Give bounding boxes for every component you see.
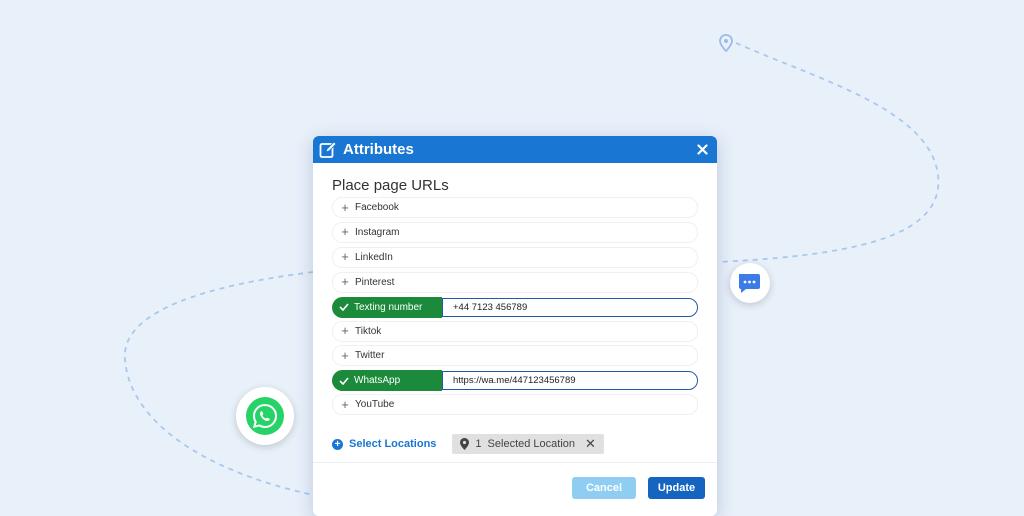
- footer-divider: [313, 462, 717, 463]
- check-icon: [339, 377, 349, 385]
- dialog-header: Attributes: [313, 136, 717, 163]
- whatsapp-logo-icon: [246, 397, 284, 435]
- row-label: LinkedIn: [355, 251, 393, 263]
- chat-bubble-badge: [730, 263, 770, 303]
- location-bar: + Select Locations 1 Selected Location ✕: [332, 434, 604, 454]
- whatsapp-badge: [236, 387, 294, 445]
- texting-number-toggle[interactable]: Texting number: [332, 296, 442, 318]
- row-label: Texting number: [354, 301, 423, 313]
- url-list: + Facebook + Instagram + LinkedIn + Pint…: [332, 197, 698, 419]
- row-twitter[interactable]: + Twitter: [332, 345, 698, 367]
- remove-location-icon[interactable]: ✕: [585, 436, 596, 452]
- section-title: Place page URLs: [332, 177, 449, 194]
- row-label: Pinterest: [355, 276, 395, 288]
- selected-location-chip[interactable]: 1 Selected Location ✕: [452, 434, 604, 454]
- plus-icon: +: [341, 274, 349, 290]
- edit-icon: [319, 140, 337, 158]
- row-label: Facebook: [355, 202, 399, 213]
- attributes-dialog: Attributes Place page URLs + Facebook + …: [313, 136, 717, 516]
- row-label: YouTube: [355, 399, 395, 411]
- row-facebook[interactable]: + Facebook: [332, 197, 698, 218]
- row-label: WhatsApp: [354, 375, 401, 387]
- row-whatsapp: WhatsApp: [332, 370, 698, 392]
- plus-icon: +: [341, 224, 349, 240]
- check-icon: [339, 303, 349, 312]
- row-tiktok[interactable]: + Tiktok: [332, 320, 698, 342]
- whatsapp-url-input[interactable]: [442, 371, 698, 391]
- select-locations-link[interactable]: + Select Locations: [332, 438, 436, 450]
- texting-number-input[interactable]: [442, 297, 698, 317]
- row-pinterest[interactable]: + Pinterest: [332, 271, 698, 293]
- row-label: Tiktok: [355, 325, 382, 337]
- row-texting-number: Texting number: [332, 296, 698, 318]
- plus-icon: +: [341, 396, 349, 412]
- dialog-title: Attributes: [343, 141, 414, 158]
- select-locations-label: Select Locations: [349, 438, 437, 450]
- row-label: Twitter: [355, 350, 385, 362]
- selected-location-label: Selected Location: [487, 438, 575, 450]
- add-circle-icon: +: [332, 438, 343, 450]
- update-button[interactable]: Update: [648, 477, 705, 499]
- plus-icon: +: [341, 199, 349, 215]
- location-pin-icon: [460, 438, 470, 450]
- selected-count: 1: [475, 438, 482, 450]
- close-icon: [696, 144, 708, 155]
- row-linkedin[interactable]: + LinkedIn: [332, 246, 698, 268]
- plus-icon: +: [341, 323, 349, 339]
- plus-icon: +: [341, 249, 349, 265]
- plus-icon: +: [341, 347, 349, 363]
- chat-bubble-icon: [739, 274, 760, 293]
- close-button[interactable]: [693, 141, 711, 159]
- cancel-button[interactable]: Cancel: [572, 477, 636, 499]
- row-youtube[interactable]: + YouTube: [332, 394, 698, 416]
- row-label: Instagram: [355, 226, 400, 238]
- whatsapp-toggle[interactable]: WhatsApp: [332, 370, 442, 392]
- row-instagram[interactable]: + Instagram: [332, 221, 698, 243]
- map-pin-icon: [719, 34, 733, 53]
